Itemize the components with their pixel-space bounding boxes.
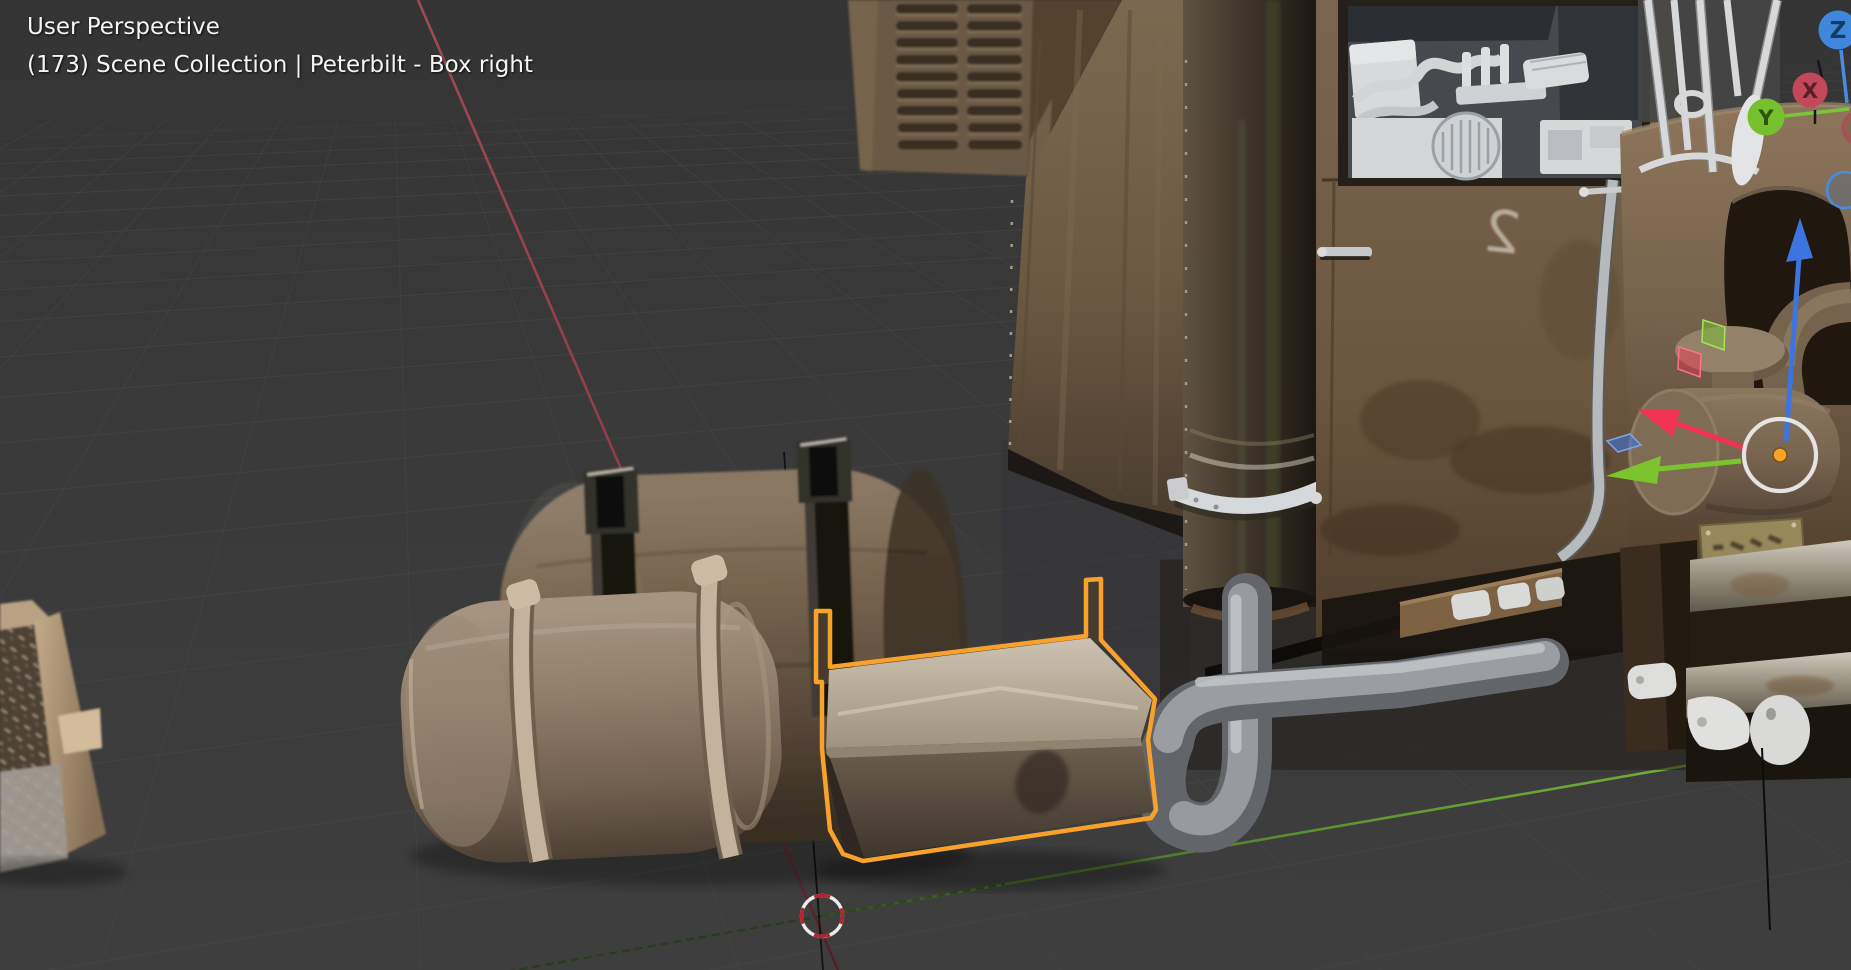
door-number: 2 bbox=[1480, 196, 1524, 267]
nav-y-ball[interactable]: Y bbox=[1747, 98, 1785, 136]
louver-panel[interactable] bbox=[848, 0, 1035, 176]
door-handle bbox=[1317, 247, 1372, 260]
blender-3d-viewport[interactable]: 2 Z X Y User Perspective (173) Scene Col… bbox=[0, 0, 1851, 970]
cab-bolt bbox=[1310, 492, 1322, 504]
plate-box-lower-texture bbox=[0, 764, 68, 872]
svg-text:Y: Y bbox=[1757, 106, 1774, 130]
nav-x-ball[interactable]: X bbox=[1792, 72, 1828, 108]
svg-text:X: X bbox=[1802, 79, 1818, 103]
viewport-canvas[interactable]: 2 Z X Y bbox=[0, 0, 1851, 970]
box-prong-left bbox=[817, 612, 829, 684]
box-prong-right bbox=[1087, 580, 1100, 646]
exhaust-stack[interactable] bbox=[1166, 0, 1331, 623]
nav-z-negative-ball[interactable] bbox=[1825, 170, 1851, 210]
object-origin-dot bbox=[1772, 447, 1788, 463]
plate-box-step bbox=[58, 708, 102, 754]
svg-text:Z: Z bbox=[1830, 18, 1847, 44]
cab-window bbox=[1338, 0, 1650, 186]
